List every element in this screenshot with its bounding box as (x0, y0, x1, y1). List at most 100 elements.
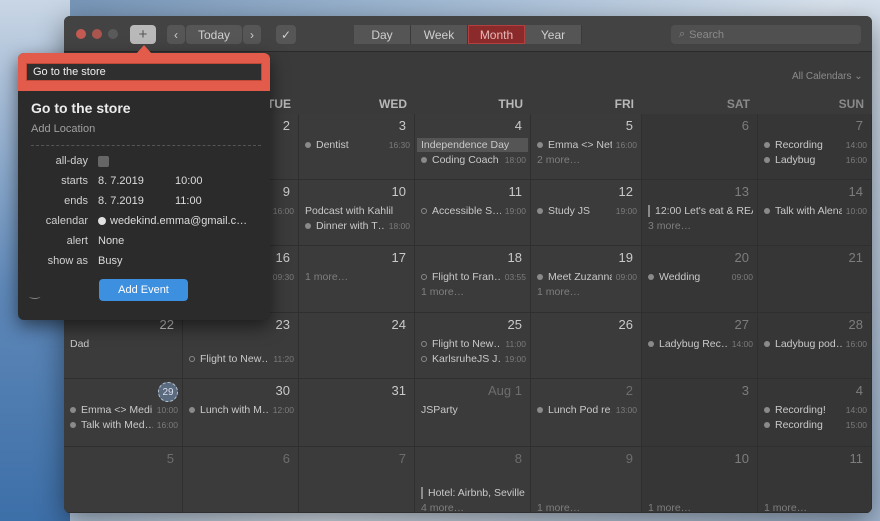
calendar-event[interactable]: Meet Zuzanna 09:00 (537, 270, 637, 284)
calendar-event[interactable]: Flight to Fran… 03:55 (421, 270, 526, 284)
today-button[interactable]: Today (186, 25, 242, 44)
more-events-link[interactable]: 3 more… (648, 219, 753, 233)
add-location-field[interactable]: Add Location (31, 123, 95, 135)
calendar-event[interactable]: Recording 15:00 (764, 418, 867, 432)
starts-date[interactable]: 8. 7.2019 (98, 175, 144, 187)
more-events-link[interactable]: 2 more… (537, 153, 637, 167)
calendar-event[interactable]: JSParty (421, 403, 526, 417)
starts-time[interactable]: 10:00 (175, 175, 203, 187)
calendar-event[interactable]: Podcast with Kahlil (305, 204, 410, 218)
tab-year[interactable]: Year (525, 25, 582, 44)
day-cell[interactable]: 21 (758, 246, 872, 313)
calendar-event[interactable]: Study JS 19:00 (537, 204, 637, 218)
day-cell[interactable]: 28 Ladybug pod… 16:00 (758, 313, 872, 379)
ends-date[interactable]: 8. 7.2019 (98, 195, 144, 207)
more-events-link[interactable]: 1 more… (764, 501, 867, 513)
day-cell[interactable]: 10 Podcast with Kahlil Dinner with T… 18:00 (299, 180, 415, 246)
day-cell[interactable]: 20 Wedding 09:00 (642, 246, 758, 313)
calendar-event[interactable]: Independence Day (417, 138, 528, 152)
day-cell[interactable]: 3 (642, 379, 758, 447)
close-window-button[interactable] (76, 29, 86, 39)
calendar-event[interactable]: Recording! 14:00 (764, 403, 867, 417)
calendar-event[interactable]: Coding Coach 18:00 (421, 153, 526, 167)
day-cell[interactable]: 31 (299, 379, 415, 447)
day-cell[interactable]: 11 1 more… (758, 447, 872, 513)
calendar-event[interactable]: Flight to New… 11:20 (189, 352, 294, 366)
day-cell[interactable]: 6 (642, 114, 758, 180)
day-cell[interactable]: 8 Hotel: Airbnb, Seville 4 more… (415, 447, 531, 513)
ends-time[interactable]: 11:00 (175, 195, 202, 207)
day-cell[interactable]: 22 Dad (64, 313, 183, 379)
calendar-event[interactable]: Accessible S… 19:00 (421, 204, 526, 218)
day-cell[interactable]: 9 1 more… (531, 447, 642, 513)
day-cell[interactable]: 11 Accessible S… 19:00 (415, 180, 531, 246)
calendar-event[interactable]: Recording 14:00 (764, 138, 867, 152)
more-events-link[interactable]: 1 more… (537, 285, 637, 299)
more-events-link[interactable]: 1 more… (648, 501, 753, 513)
day-cell[interactable]: 26 (531, 313, 642, 379)
calendar-event[interactable]: KarlsruheJS J… 19:00 (421, 352, 526, 366)
showas-select[interactable]: Busy (98, 255, 122, 267)
allday-checkbox[interactable] (98, 156, 109, 167)
day-cell[interactable]: 14 Talk with Alena 10:00 (758, 180, 872, 246)
calendar-event[interactable]: Emma <> Medi 10:00 (70, 403, 178, 417)
day-cell[interactable]: 7 (299, 447, 415, 513)
calendar-event[interactable]: Hotel: Airbnb, Seville (421, 486, 526, 500)
calendar-event[interactable]: Dinner with T… 18:00 (305, 219, 410, 233)
calendar-event[interactable]: Flight to New… 11:00 (421, 337, 526, 351)
day-cell[interactable]: 5 (64, 447, 183, 513)
tab-day[interactable]: Day (354, 25, 411, 44)
day-cell[interactable]: 2 Lunch Pod re…13:00 (531, 379, 642, 447)
day-cell[interactable]: 3 Dentist 16:30 (299, 114, 415, 180)
calendar-event[interactable]: Lunch Pod re…13:00 (537, 403, 637, 417)
add-event-button[interactable]: Add Event (99, 279, 188, 301)
more-events-link[interactable]: 1 more… (537, 501, 637, 513)
calendar-event[interactable]: Emma <> Net…16:00 (537, 138, 637, 152)
day-cell[interactable]: 27 Ladybug Rec… 14:00 (642, 313, 758, 379)
more-events-link[interactable]: 1 more… (421, 285, 526, 299)
day-cell[interactable]: 13 12:00 Let's eat & READ 3 more… (642, 180, 758, 246)
calendar-event[interactable]: Dad (70, 337, 178, 351)
calendar-event[interactable]: Talk with Med… 16:00 (70, 418, 178, 432)
calendar-event[interactable]: Ladybug Rec… 14:00 (648, 337, 753, 351)
next-month-button[interactable]: › (243, 25, 261, 44)
calendar-event[interactable]: Lunch with M… 12:00 (189, 403, 294, 417)
calendar-event[interactable]: Dentist 16:30 (305, 138, 410, 152)
day-cell[interactable]: 12 Study JS 19:00 (531, 180, 642, 246)
day-cell[interactable]: 30 Lunch with M… 12:00 (183, 379, 299, 447)
calendar-event[interactable]: Ladybug 16:00 (764, 153, 867, 167)
calendar-event[interactable]: Wedding 09:00 (648, 270, 753, 284)
more-events-link[interactable]: 1 more… (305, 270, 410, 284)
checkbox-icon[interactable]: ✓ (276, 25, 296, 44)
day-cell[interactable]: 7 Recording 14:00 Ladybug 16:00 (758, 114, 872, 180)
all-calendars-dropdown[interactable]: All Calendars ⌄ (792, 71, 863, 82)
calendar-select[interactable]: wedekind.emma@gmail.c… (98, 215, 247, 227)
search-field[interactable]: ⌕ Search (671, 25, 861, 44)
day-cell[interactable]: 19 Meet Zuzanna 09:00 1 more… (531, 246, 642, 313)
day-cell[interactable]: 4 Independence Day Coding Coach 18:00 (415, 114, 531, 180)
minimize-window-button[interactable] (92, 29, 102, 39)
day-cell[interactable]: 5 Emma <> Net…16:00 2 more… (531, 114, 642, 180)
more-events-link[interactable]: 4 more… (421, 501, 526, 513)
day-cell[interactable]: 25 Flight to New… 11:00 KarlsruheJS J… 19:00 (415, 313, 531, 379)
calendar-event[interactable]: Talk with Alena 10:00 (764, 204, 867, 218)
day-cell[interactable]: 24 (299, 313, 415, 379)
previous-month-button[interactable]: ‹ (167, 25, 185, 44)
day-cell[interactable]: 6 (183, 447, 299, 513)
expand-icon[interactable]: ‿ (30, 285, 40, 299)
calendar-event[interactable]: 12:00 Let's eat & READ (648, 204, 753, 218)
day-cell[interactable]: 4 Recording! 14:00 Recording 15:00 (758, 379, 872, 447)
event-title[interactable]: Go to the store (31, 100, 131, 116)
day-cell[interactable]: 10 1 more… (642, 447, 758, 513)
day-cell[interactable]: 23 Flight to New… 11:20 (183, 313, 299, 379)
zoom-window-button[interactable] (108, 29, 118, 39)
tab-month[interactable]: Month (468, 25, 525, 44)
add-event-plus-button[interactable]: + (130, 25, 156, 44)
day-cell[interactable]: Aug 1 JSParty (415, 379, 531, 447)
day-cell[interactable]: 29 Emma <> Medi 10:00 Talk with Med… 16:00 (64, 379, 183, 447)
alert-select[interactable]: None (98, 235, 124, 247)
event-title-input[interactable]: Go to the store (26, 63, 262, 81)
tab-week[interactable]: Week (411, 25, 468, 44)
day-cell[interactable]: 17 1 more… (299, 246, 415, 313)
calendar-event[interactable]: Ladybug pod… 16:00 (764, 337, 867, 351)
